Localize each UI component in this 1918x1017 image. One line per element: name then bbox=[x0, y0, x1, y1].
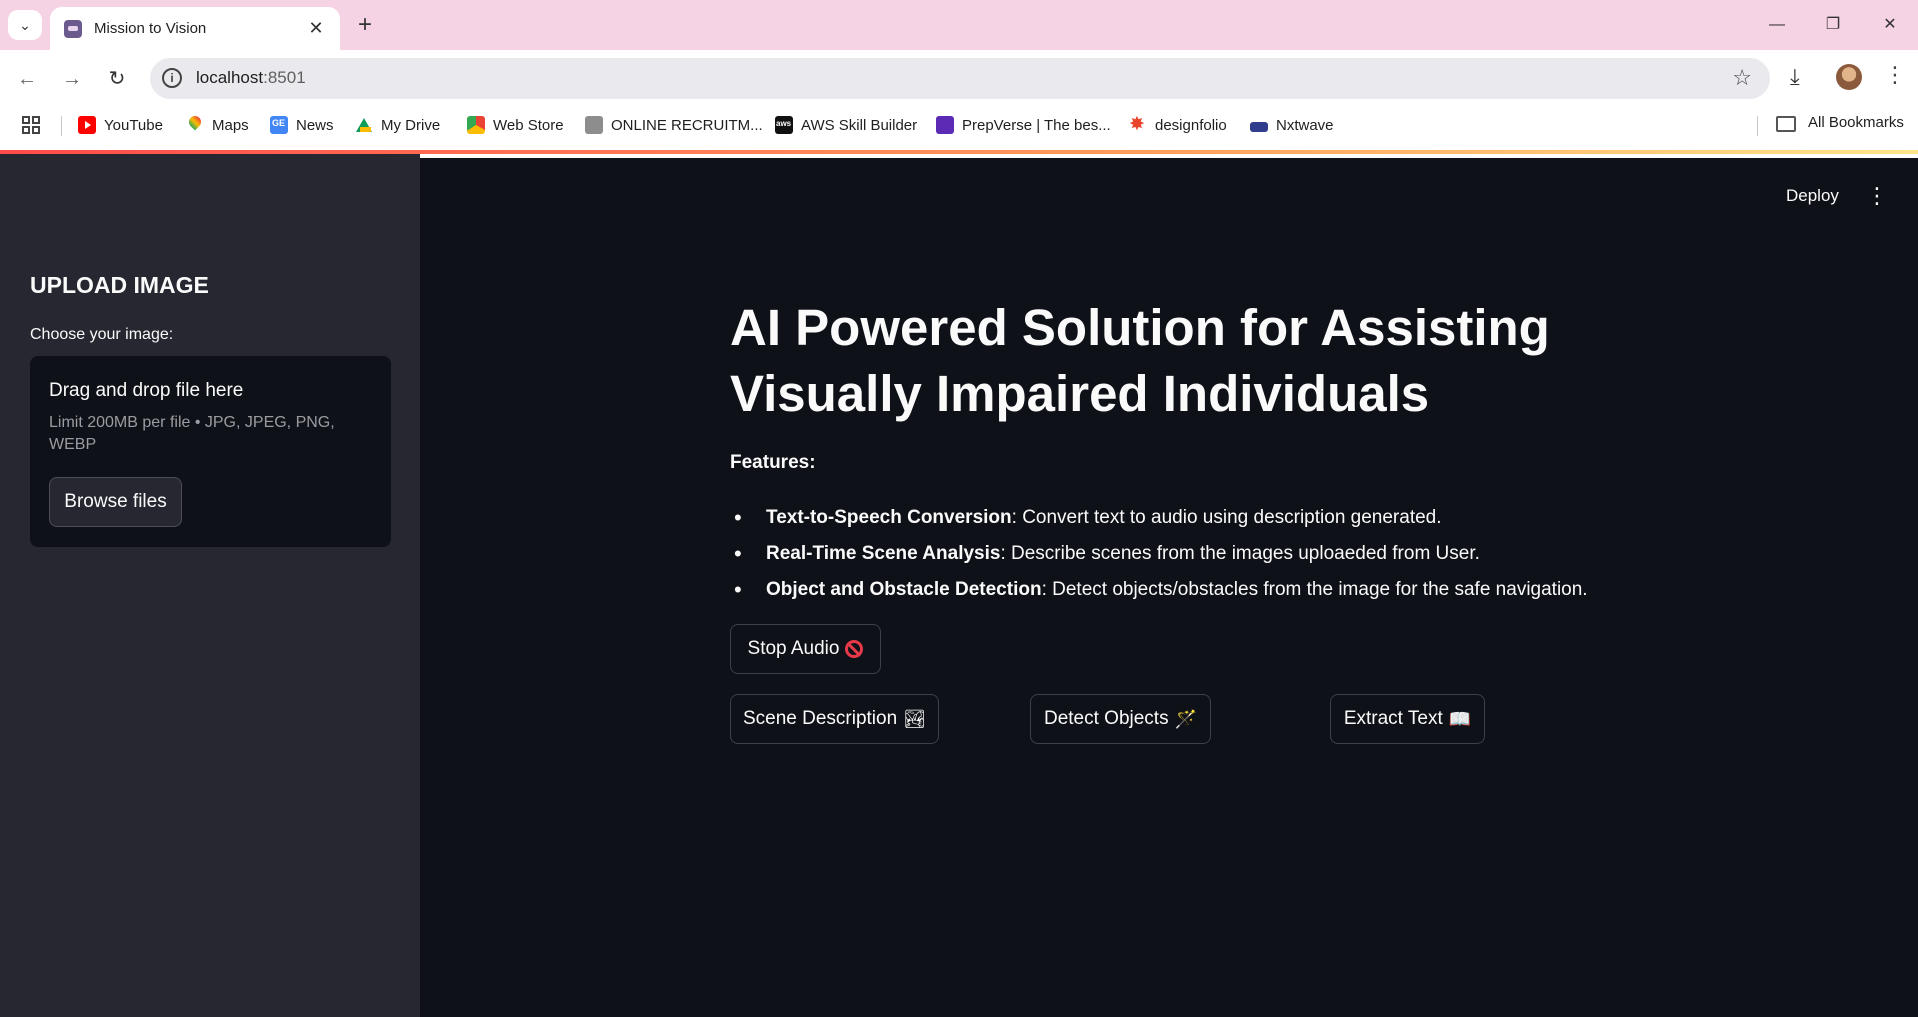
stop-audio-button[interactable]: Stop Audio bbox=[730, 624, 881, 674]
close-tab-icon[interactable]: ✕ bbox=[306, 18, 326, 39]
list-item: Real-Time Scene Analysis: Describe scene… bbox=[730, 536, 1588, 572]
bookmark-my-drive[interactable]: My Drive bbox=[355, 114, 440, 136]
designfolio-icon bbox=[1129, 113, 1147, 136]
address-bar[interactable]: i localhost:8501 ☆ bbox=[150, 58, 1770, 99]
dropzone-title: Drag and drop file here bbox=[49, 380, 244, 401]
bookmark-online-recruitment[interactable]: ONLINE RECRUITM... bbox=[585, 114, 763, 136]
maps-icon bbox=[186, 116, 204, 134]
browse-files-button[interactable]: Browse files bbox=[49, 477, 182, 527]
sidebar: UPLOAD IMAGE Choose your image: Drag and… bbox=[0, 154, 420, 1017]
app-menu-icon[interactable]: ⋮ bbox=[1866, 183, 1888, 209]
nxtwave-icon bbox=[1250, 122, 1268, 132]
detect-objects-label: Detect Objects bbox=[1043, 708, 1169, 729]
extract-text-button[interactable]: Extract Text 📖 bbox=[1330, 694, 1485, 744]
bookmark-news[interactable]: News bbox=[270, 114, 334, 136]
new-tab-button[interactable]: + bbox=[352, 12, 378, 38]
feature-name: Real-Time Scene Analysis bbox=[766, 543, 1001, 564]
bookmark-star-icon[interactable]: ☆ bbox=[1732, 65, 1752, 91]
detect-objects-button[interactable]: Detect Objects 🪄 bbox=[1030, 694, 1211, 744]
reload-button[interactable]: ↻ bbox=[104, 66, 130, 92]
bookmark-nxtwave[interactable]: Nxtwave bbox=[1250, 114, 1334, 136]
folder-icon[interactable] bbox=[1776, 116, 1796, 132]
feature-description: : Convert text to audio using descriptio… bbox=[1011, 507, 1442, 528]
features-heading: Features: bbox=[730, 452, 816, 473]
browser-tab[interactable]: Mission to Vision ✕ bbox=[50, 7, 340, 50]
emblem-icon bbox=[585, 116, 603, 134]
list-item: Text-to-Speech Conversion: Convert text … bbox=[730, 500, 1588, 536]
close-window-button[interactable]: ✕ bbox=[1875, 12, 1905, 38]
bookmark-maps[interactable]: Maps bbox=[186, 114, 249, 136]
aws-icon bbox=[775, 116, 793, 134]
browser-menu-icon[interactable]: ⋮ bbox=[1884, 62, 1906, 88]
feature-list: Text-to-Speech Conversion: Convert text … bbox=[730, 500, 1588, 608]
list-item: Object and Obstacle Detection: Detect ob… bbox=[730, 572, 1588, 608]
bookmark-youtube[interactable]: YouTube bbox=[78, 114, 163, 136]
uploader-label: Choose your image: bbox=[30, 326, 174, 343]
back-button[interactable]: ← bbox=[14, 66, 40, 92]
magic-wand-icon: 🪄 bbox=[1174, 708, 1198, 729]
feature-description: : Describe scenes from the images uploae… bbox=[1000, 543, 1480, 564]
bookmark-separator bbox=[1757, 116, 1758, 136]
scene-description-label: Scene Description bbox=[742, 708, 898, 729]
prohibited-icon bbox=[845, 640, 864, 658]
feature-name: Object and Obstacle Detection bbox=[766, 579, 1042, 600]
file-dropzone[interactable]: Drag and drop file here Limit 200MB per … bbox=[30, 356, 391, 547]
sidebar-title: UPLOAD IMAGE bbox=[30, 272, 209, 298]
feature-description: : Detect objects/obstacles from the imag… bbox=[1041, 579, 1588, 600]
bookmark-separator bbox=[61, 116, 62, 136]
download-icon[interactable]: ⤓ bbox=[1790, 64, 1800, 90]
drive-icon bbox=[355, 116, 373, 134]
bookmark-aws-skill-builder[interactable]: AWS Skill Builder bbox=[775, 114, 917, 136]
feature-name: Text-to-Speech Conversion bbox=[766, 507, 1012, 528]
restore-button[interactable]: ❐ bbox=[1818, 12, 1848, 38]
web-store-icon bbox=[467, 116, 485, 134]
profile-avatar[interactable] bbox=[1836, 64, 1862, 90]
url-text: localhost:8501 bbox=[196, 68, 306, 87]
chevron-down-icon: ⌄ bbox=[19, 16, 31, 33]
all-bookmarks-link[interactable]: All Bookmarks bbox=[1808, 114, 1904, 131]
tab-title: Mission to Vision bbox=[94, 20, 207, 37]
bookmark-designfolio[interactable]: designfolio bbox=[1129, 113, 1227, 136]
stop-audio-label: Stop Audio bbox=[747, 638, 840, 659]
forward-button[interactable]: → bbox=[59, 66, 85, 92]
dropzone-limit-text: Limit 200MB per file • JPG, JPEG, PNG, W… bbox=[49, 414, 335, 453]
minimize-button[interactable]: — bbox=[1762, 12, 1792, 38]
bookmark-prepverse[interactable]: PrepVerse | The bes... bbox=[936, 114, 1111, 136]
browser-titlebar: ⌄ Mission to Vision ✕ + — ❐ ✕ bbox=[0, 0, 1918, 50]
scenery-icon: 🏞 bbox=[903, 708, 927, 729]
apps-grid-icon[interactable] bbox=[22, 116, 40, 134]
tab-search-button[interactable]: ⌄ bbox=[8, 10, 42, 40]
prepverse-icon bbox=[936, 116, 954, 134]
extract-text-label: Extract Text bbox=[1343, 708, 1443, 729]
bookmark-web-store[interactable]: Web Store bbox=[467, 114, 564, 136]
news-icon bbox=[270, 116, 288, 134]
deploy-button[interactable]: Deploy bbox=[1786, 186, 1839, 206]
site-info-icon[interactable]: i bbox=[162, 68, 182, 88]
youtube-icon bbox=[78, 116, 96, 134]
open-book-icon: 📖 bbox=[1448, 708, 1472, 729]
page-title: AI Powered Solution for Assisting Visual… bbox=[730, 299, 1550, 422]
app-favicon-icon bbox=[64, 19, 82, 38]
scene-description-button[interactable]: Scene Description 🏞 bbox=[730, 694, 939, 744]
